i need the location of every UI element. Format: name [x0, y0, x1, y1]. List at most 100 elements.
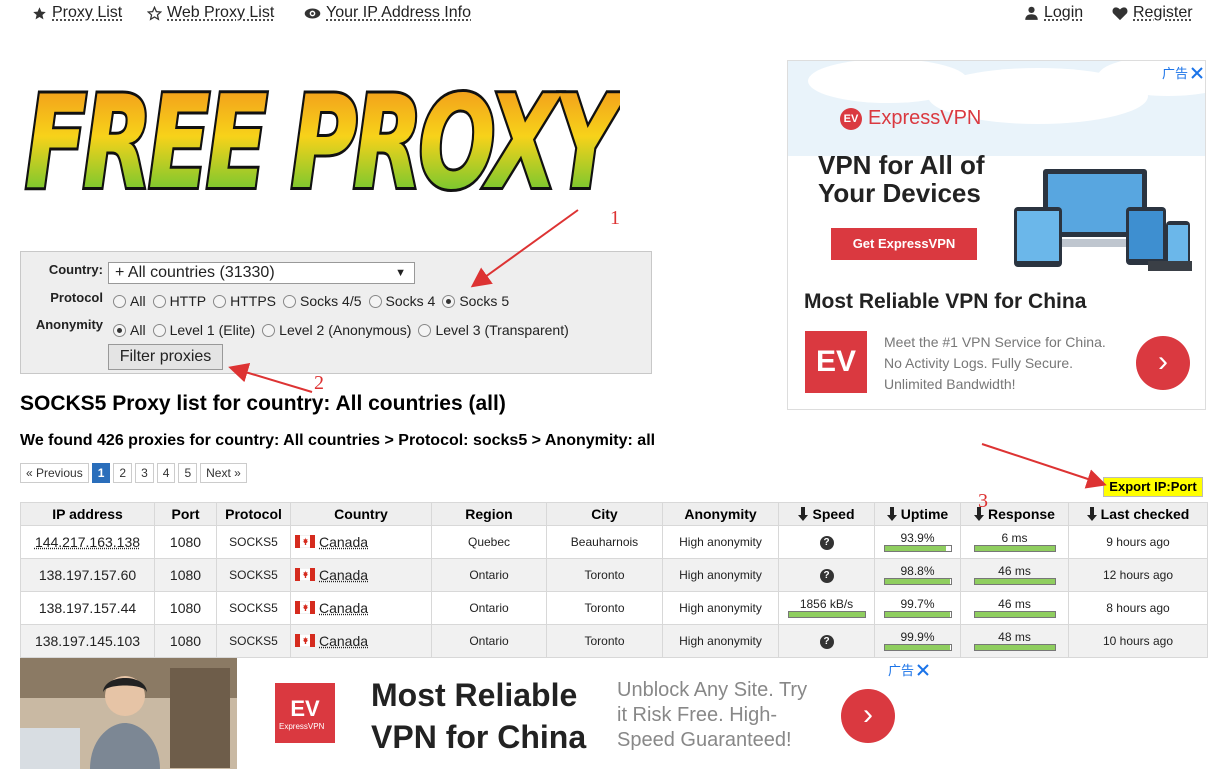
nav-web-proxy-list-label: Web Proxy List — [167, 4, 275, 21]
header-protocol[interactable]: Protocol — [216, 502, 291, 526]
radio-label: Level 1 (Elite) — [169, 322, 256, 338]
ad-photo — [20, 658, 237, 769]
radio-icon — [368, 294, 382, 308]
speed-value: 1856 kB/s — [799, 597, 854, 611]
pager-next[interactable]: Next » — [200, 463, 247, 483]
nav-ip-info[interactable]: Your IP Address Info — [304, 4, 471, 22]
cell-uptime: 93.9% — [874, 525, 961, 559]
table-row: 138.197.145.103 1080 SOCKS5 Canada Ontario To… — [20, 624, 1208, 658]
expressvpn-logo-icon: EV — [275, 683, 335, 743]
ad-title: Most Reliable VPN for China — [804, 290, 1087, 313]
header-region[interactable]: Region — [431, 502, 547, 526]
nav-proxy-list[interactable]: Proxy List — [32, 4, 122, 22]
header-speed[interactable]: Speed — [778, 502, 875, 526]
pager-page-1[interactable]: 1 — [91, 463, 111, 483]
header-uptime[interactable]: Uptime — [874, 502, 961, 526]
cell-response: 6 ms — [960, 525, 1069, 559]
cell-port: 1080 — [154, 591, 217, 625]
country-link[interactable]: Canada — [319, 534, 368, 550]
user-icon — [1025, 6, 1038, 20]
header-anonymity[interactable]: Anonymity — [662, 502, 779, 526]
radio-label: All — [130, 293, 146, 309]
response-bar-fill — [974, 579, 1055, 584]
header-city[interactable]: City — [546, 502, 663, 526]
pager-page-3[interactable]: 3 — [135, 463, 154, 483]
pager-page-4[interactable]: 4 — [156, 463, 176, 483]
ad-desc-line: Speed Guaranteed! — [617, 729, 792, 751]
cell-protocol: SOCKS5 — [216, 558, 291, 592]
uptime-bar — [883, 644, 952, 651]
annotation-arrow-3 — [981, 443, 1107, 489]
pager-page-5[interactable]: 5 — [178, 463, 198, 483]
protocol-radio-socks5[interactable]: Socks 5 — [442, 293, 509, 309]
radio-icon — [152, 294, 166, 308]
protocol-radio-all[interactable]: All — [113, 293, 146, 309]
ad-brand-small: ExpressVPN — [279, 722, 325, 731]
protocol-radio-https[interactable]: HTTPS — [213, 293, 276, 309]
ad-brand: ExpressVPN — [868, 107, 982, 129]
country-link[interactable]: Canada — [319, 600, 368, 616]
response-bar — [973, 611, 1056, 618]
close-icon — [917, 663, 929, 676]
nav-login[interactable]: Login — [1024, 4, 1083, 22]
ad-cta-button[interactable]: Get ExpressVPN — [831, 228, 977, 260]
cell-city: Beauharnois — [546, 525, 663, 559]
cell-protocol: SOCKS5 — [216, 591, 291, 625]
anonymity-label: Anonymity — [35, 317, 103, 332]
anonymity-radio-elite[interactable]: Level 1 (Elite) — [152, 322, 256, 338]
pager-previous[interactable]: « Previous — [20, 463, 89, 483]
cell-region: Ontario — [431, 624, 547, 658]
uptime-bar — [883, 545, 952, 552]
proxy-table: IP address Port Protocol Country Region … — [20, 502, 1208, 658]
ad-choice[interactable]: 广告 — [1162, 63, 1203, 82]
pager-page-2[interactable]: 2 — [113, 463, 133, 483]
nav-web-proxy-list[interactable]: Web Proxy List — [147, 4, 274, 22]
cell-uptime: 99.9% — [874, 624, 961, 658]
ad-banner-bottom[interactable]: EV ExpressVPN Most Reliable VPN for Chin… — [20, 658, 932, 769]
site-logo[interactable]: FREE PROXY — [20, 52, 620, 222]
country-link[interactable]: Canada — [319, 567, 368, 583]
cell-last-checked: 10 hours ago — [1068, 624, 1208, 658]
header-label: Region — [465, 506, 513, 522]
response-meter: 6 ms — [961, 532, 1068, 552]
protocol-radio-socks4[interactable]: Socks 4 — [368, 293, 435, 309]
header-port[interactable]: Port — [154, 502, 217, 526]
header-label: Port — [171, 506, 200, 522]
protocol-radio-socks45[interactable]: Socks 4/5 — [283, 293, 362, 309]
cell-ip[interactable]: 144.217.163.138 — [20, 525, 155, 559]
cell-uptime: 99.7% — [874, 591, 961, 625]
ip-value: 138.197.157.60 — [38, 567, 137, 583]
uptime-meter: 99.9% — [875, 631, 960, 651]
cell-anonymity: High anonymity — [662, 591, 779, 625]
cell-speed: 1856 kB/s — [778, 591, 875, 625]
table-row: 138.197.157.44 1080 SOCKS5 Canada Ontario Tor… — [20, 591, 1208, 625]
header-country[interactable]: Country — [290, 502, 432, 526]
header-ip[interactable]: IP address — [20, 502, 155, 526]
ad-label: 广告 — [1161, 66, 1188, 81]
anonymity-radio-anonymous[interactable]: Level 2 (Anonymous) — [262, 322, 411, 338]
devices-illustration — [1014, 169, 1192, 271]
ad-title-line: VPN for China — [371, 719, 587, 755]
cell-uptime: 98.8% — [874, 558, 961, 592]
country-link[interactable]: Canada — [319, 633, 368, 649]
ad-banner-right[interactable]: 广告 EV ExpressVPN VPN for All of Your Dev… — [787, 60, 1206, 410]
dropdown-arrow-icon: ▼ — [395, 267, 406, 279]
chevron-right-icon[interactable]: › — [1136, 336, 1190, 390]
export-ip-port-button[interactable]: Export IP:Port — [1103, 477, 1203, 497]
country-select[interactable]: + All countries (31330) ▼ — [108, 262, 415, 284]
radio-label: Socks 4/5 — [300, 293, 362, 309]
anonymity-radio-all[interactable]: All — [113, 322, 146, 338]
chevron-right-icon[interactable]: › — [841, 689, 895, 743]
response-value: 6 ms — [1001, 531, 1028, 545]
header-last-checked[interactable]: Last checked — [1068, 502, 1208, 526]
ad-choice[interactable]: 广告 — [888, 660, 929, 679]
nav-register[interactable]: Register — [1112, 4, 1193, 22]
radio-icon — [213, 294, 227, 308]
anonymity-radio-transparent[interactable]: Level 3 (Transparent) — [418, 322, 569, 338]
cell-protocol: SOCKS5 — [216, 525, 291, 559]
star-filled-icon — [33, 6, 46, 19]
protocol-radio-http[interactable]: HTTP — [152, 293, 206, 309]
filter-proxies-button[interactable]: Filter proxies — [108, 344, 223, 370]
radio-label: HTTPS — [230, 293, 277, 309]
header-response[interactable]: Response — [960, 502, 1069, 526]
